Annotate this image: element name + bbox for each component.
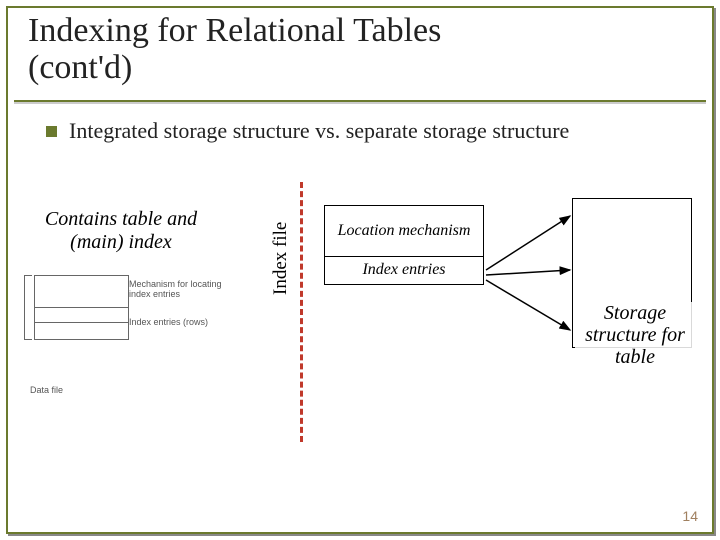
slide-title: Indexing for Relational Tables (cont'd) <box>28 12 441 87</box>
index-box-row1-text: Location mechanism <box>338 221 471 242</box>
bullet-text: Integrated storage structure vs. separat… <box>69 118 684 144</box>
mini-diagram: Mechanism for locating index entries Ind… <box>24 275 234 395</box>
page-number: 14 <box>682 508 698 524</box>
mini-box-bottom <box>35 323 128 339</box>
mini-caption: Data file <box>30 385 63 395</box>
index-box-row2-text: Index entries <box>362 260 445 281</box>
mini-box-mid <box>35 308 128 324</box>
storage-structure-caption: Storage structure for table <box>575 302 695 368</box>
title-line-1: Indexing for Relational Tables <box>28 12 441 49</box>
bullet-item: Integrated storage structure vs. separat… <box>46 118 700 144</box>
mini-label-mechanism: Mechanism for locating index entries <box>129 279 239 299</box>
mini-brace <box>24 275 32 340</box>
title-underline <box>14 100 706 102</box>
dashed-divider <box>300 182 303 442</box>
bullet-square-icon <box>46 126 57 137</box>
mini-box <box>34 275 129 340</box>
mini-box-top <box>35 276 128 308</box>
title-line-2: (cont'd) <box>28 49 132 86</box>
index-box-index-entries: Index entries <box>325 257 483 284</box>
left-diagram-caption: Contains table and (main) index <box>36 208 206 254</box>
mini-label-rows: Index entries (rows) <box>129 317 239 327</box>
index-file-vertical-label: Index file <box>270 205 292 295</box>
index-file-box: Location mechanism Index entries <box>324 205 484 285</box>
index-box-location-mechanism: Location mechanism <box>325 206 483 257</box>
